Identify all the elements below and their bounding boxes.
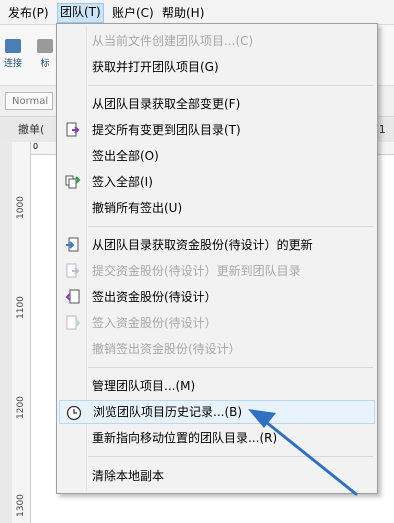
menu-item-label: 撤销所有签出(U) — [92, 201, 183, 215]
menu-item-label: 获取并打开团队项目(G) — [92, 60, 219, 74]
menu-separator — [88, 85, 373, 86]
menu-item-label: 签入全部(I) — [92, 175, 153, 189]
menu-item-label: 提交资金股份(待设计）更新到团队目录 — [92, 264, 301, 278]
menu-item-label: 提交所有变更到团队目录(T) — [92, 123, 241, 137]
menu-item-commit-all[interactable]: 提交所有变更到团队目录(T) — [59, 118, 375, 142]
menu-item-label: 清除本地副本 — [92, 469, 165, 483]
menu-item-label: 签出资金股份(待设计） — [92, 290, 217, 304]
menu-item-label: 浏览团队项目历史记录...(B) — [93, 405, 243, 419]
menu-item-label: 从当前文件创建团队项目...(C) — [92, 34, 254, 48]
menu-publish[interactable]: 发布(P) — [6, 4, 51, 22]
menu-item-label: 签出全部(O) — [92, 149, 159, 163]
checkin-page-icon — [66, 315, 81, 330]
menu-item-checkout-all[interactable]: 签出全部(O) — [59, 144, 375, 168]
menu-item-commit-page[interactable]: 提交资金股份(待设计）更新到团队目录 — [59, 259, 375, 283]
menu-item-undo-all-checkouts[interactable]: 撤销所有签出(U) — [59, 196, 375, 220]
team-dropdown-menu: 从当前文件创建团队项目...(C) 获取并打开团队项目(G) 从团队目录获取全部… — [56, 23, 378, 494]
menu-item-get-open-project[interactable]: 获取并打开团队项目(G) — [59, 55, 375, 79]
menu-item-manage-team-project[interactable]: 管理团队项目...(M) — [59, 374, 375, 398]
ruler-label: 1200 — [16, 396, 26, 419]
menu-separator — [88, 456, 373, 457]
connect-label: 连接 — [3, 59, 22, 69]
menu-item-label: 管理团队项目...(M) — [92, 379, 196, 393]
menu-account[interactable]: 账户(C) — [110, 4, 156, 22]
connect-button[interactable]: 连接 — [0, 39, 26, 69]
checkin-all-icon — [65, 175, 81, 189]
clock-icon — [66, 405, 82, 421]
menu-separator — [88, 226, 373, 227]
menu-item-get-page-updates[interactable]: 从团队目录获取资金股份(待设计）的更新 — [59, 233, 375, 257]
menu-item-browse-history[interactable]: 浏览团队项目历史记录...(B) — [59, 400, 375, 424]
ruler-label: 1100 — [16, 296, 26, 319]
menu-item-label: 重新指向移动位置的团队目录...(R) — [92, 431, 278, 445]
menu-separator — [88, 367, 373, 368]
menu-item-get-all-changes[interactable]: 从团队目录获取全部变更(F) — [59, 92, 375, 116]
tab-left[interactable]: 撤单( — [18, 118, 44, 142]
toolbar-label: 标 — [40, 59, 50, 69]
toolbar-button-2[interactable]: 标 — [32, 39, 58, 69]
get-updates-icon — [66, 237, 79, 252]
menu-item-checkout-page[interactable]: 签出资金股份(待设计） — [59, 285, 375, 309]
menu-item-repoint-directory[interactable]: 重新指向移动位置的团队目录...(R) — [59, 426, 375, 450]
menu-help[interactable]: 帮助(H) — [160, 4, 206, 22]
menu-item-label: 撤销签出资金股份(待设计） — [92, 342, 241, 356]
style-select[interactable]: Normal — [5, 92, 53, 110]
checkout-page-icon — [65, 289, 80, 304]
connect-icon — [5, 39, 21, 53]
menu-item-checkin-all[interactable]: 签入全部(I) — [59, 170, 375, 194]
ruler-label: 1000 — [16, 196, 26, 219]
menu-bar: 发布(P) 团队(T) 账户(C) 帮助(H) — [0, 0, 394, 25]
menu-item-label: 签入资金股份(待设计） — [92, 316, 217, 330]
menu-item-checkin-page[interactable]: 签入资金股份(待设计） — [59, 311, 375, 335]
ruler-label: 1300 — [16, 494, 26, 517]
menu-item-label: 从团队目录获取全部变更(F) — [92, 97, 241, 111]
menu-item-label: 从团队目录获取资金股份(待设计）的更新 — [92, 238, 313, 252]
menu-team[interactable]: 团队(T) — [57, 3, 104, 23]
menu-item-create-team-project[interactable]: 从当前文件创建团队项目...(C) — [59, 29, 375, 53]
toolbar-icon — [37, 39, 53, 53]
commit-icon — [66, 122, 80, 137]
menu-item-undo-page-checkout[interactable]: 撤销签出资金股份(待设计） — [59, 337, 375, 361]
ruler-zero: 0 — [33, 142, 39, 151]
commit-page-icon — [66, 263, 80, 278]
vertical-ruler: 1000 1100 1200 1300 — [12, 142, 31, 523]
menu-item-clear-local-copy[interactable]: 清除本地副本 — [59, 464, 375, 488]
